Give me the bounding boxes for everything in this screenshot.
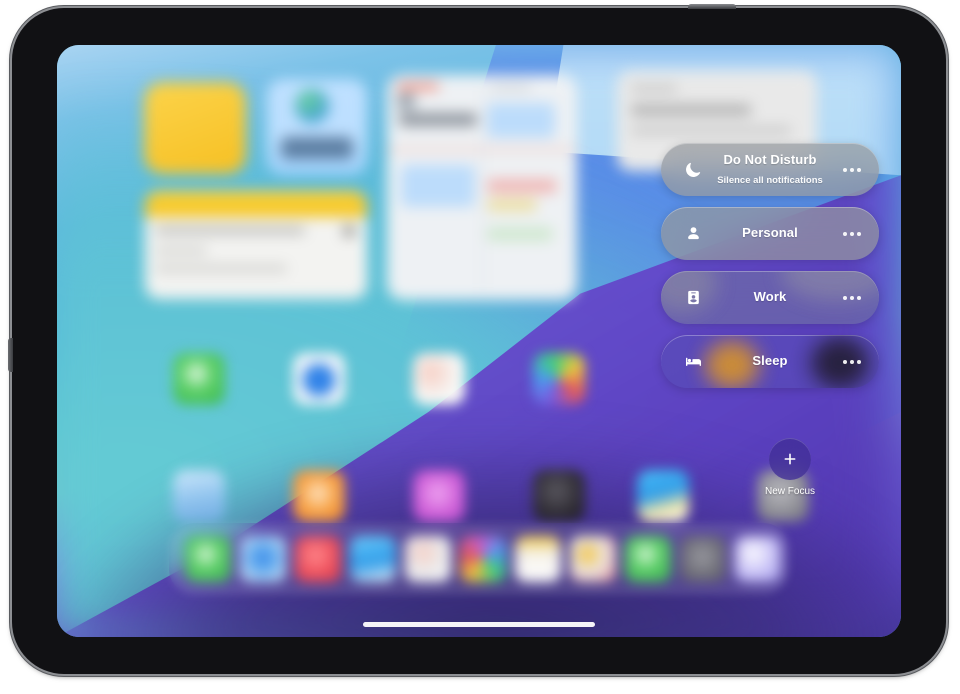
new-focus-label: New Focus <box>764 486 815 497</box>
calendar-column-divider <box>482 85 484 290</box>
widget-text-line <box>631 105 751 115</box>
app-icon-green[interactable] <box>173 353 225 405</box>
calendar-column-header <box>491 85 531 90</box>
focus-item-title: Sleep <box>752 353 788 369</box>
dot <box>843 295 847 300</box>
focus-more-options-button[interactable] <box>833 167 871 172</box>
dock-icon-white[interactable] <box>405 536 451 582</box>
focus-item-work[interactable]: Work <box>661 271 879 324</box>
focus-item-title: Personal <box>742 225 798 241</box>
ipad-screen[interactable]: Do Not Disturb Silence all notifications… <box>57 45 901 637</box>
new-focus-group[interactable]: New Focus <box>745 438 835 497</box>
app-icon-weather[interactable] <box>637 470 689 522</box>
widget-text-line <box>155 247 207 254</box>
app-icon-multicolor[interactable] <box>533 353 585 405</box>
widget-avatar-icon <box>295 89 329 123</box>
notes-list-widget[interactable] <box>145 191 367 299</box>
focus-item-do-not-disturb[interactable]: Do Not Disturb Silence all notifications <box>661 143 879 196</box>
ipad-device-frame: Do Not Disturb Silence all notifications… <box>8 4 948 676</box>
calendar-date-label <box>397 93 415 109</box>
dock-icon-green2[interactable] <box>625 536 671 582</box>
dock-icon-gray[interactable] <box>680 536 726 582</box>
dot <box>843 359 847 364</box>
widget-text-line <box>631 127 791 134</box>
widget-header-bar <box>145 191 367 217</box>
calendar-event <box>401 165 475 207</box>
dock-icon-red[interactable] <box>295 536 341 582</box>
focus-panel: Do Not Disturb Silence all notifications… <box>661 143 879 399</box>
app-icon-light-blue[interactable] <box>173 470 225 522</box>
new-focus-button[interactable] <box>769 438 811 480</box>
app-icon-magenta[interactable] <box>413 470 465 522</box>
dock[interactable] <box>169 523 789 595</box>
widget-text-line <box>631 85 677 92</box>
calendar-day-label <box>397 83 439 90</box>
dock-icon-blue[interactable] <box>240 536 286 582</box>
dock-icon-sky[interactable] <box>350 536 396 582</box>
app-icon-dark[interactable] <box>533 470 585 522</box>
top-power-button[interactable] <box>688 4 736 9</box>
notes-yellow-widget[interactable] <box>145 83 245 173</box>
focus-item-sleep[interactable]: Sleep <box>661 335 879 388</box>
focus-item-text: Sleep <box>713 352 833 370</box>
calendar-event <box>487 199 537 211</box>
dock-icon-photos[interactable] <box>460 536 506 582</box>
side-button[interactable] <box>8 338 13 372</box>
app-icon-orange[interactable] <box>293 470 345 522</box>
dot <box>850 295 854 300</box>
dot <box>850 359 854 364</box>
app-icon-blue-white[interactable] <box>293 353 345 405</box>
focus-item-text: Work <box>713 288 833 306</box>
person-icon <box>673 225 713 242</box>
id-badge-icon <box>673 289 713 306</box>
dot <box>857 295 861 300</box>
calendar-title <box>399 113 477 126</box>
moon-icon <box>673 161 713 179</box>
focus-item-title: Do Not Disturb <box>723 152 817 168</box>
blue-small-widget[interactable] <box>267 79 367 175</box>
focus-item-text: Personal <box>713 224 833 242</box>
calendar-event <box>487 103 555 138</box>
focus-item-text: Do Not Disturb Silence all notifications <box>713 151 833 188</box>
app-icon-white-pink[interactable] <box>413 353 465 405</box>
widget-text-block <box>281 137 353 159</box>
focus-item-personal[interactable]: Personal <box>661 207 879 260</box>
widget-badge-dot <box>343 225 355 237</box>
dot <box>843 167 847 172</box>
dock-icon-shortcuts[interactable] <box>570 536 616 582</box>
focus-item-title: Work <box>753 289 787 305</box>
calendar-event <box>487 227 553 241</box>
calendar-widget[interactable] <box>387 75 577 300</box>
dot <box>850 167 854 172</box>
focus-more-options-button[interactable] <box>833 295 871 300</box>
dot <box>857 359 861 364</box>
plus-icon <box>784 453 796 465</box>
dot <box>850 231 854 236</box>
bed-icon <box>673 352 713 371</box>
widget-text-line <box>155 265 287 272</box>
dock-icon-green[interactable] <box>185 536 231 582</box>
home-indicator[interactable] <box>363 622 595 627</box>
dock-icon-lavender[interactable] <box>735 536 781 582</box>
focus-more-options-button[interactable] <box>833 359 871 364</box>
widget-text-line <box>155 227 305 234</box>
calendar-event <box>487 179 557 193</box>
dot <box>857 167 861 172</box>
focus-item-subtitle: Silence all notifications <box>717 174 823 186</box>
dot <box>843 231 847 236</box>
dot <box>857 231 861 236</box>
focus-more-options-button[interactable] <box>833 231 871 236</box>
dock-icon-yellow-white[interactable] <box>515 536 561 582</box>
